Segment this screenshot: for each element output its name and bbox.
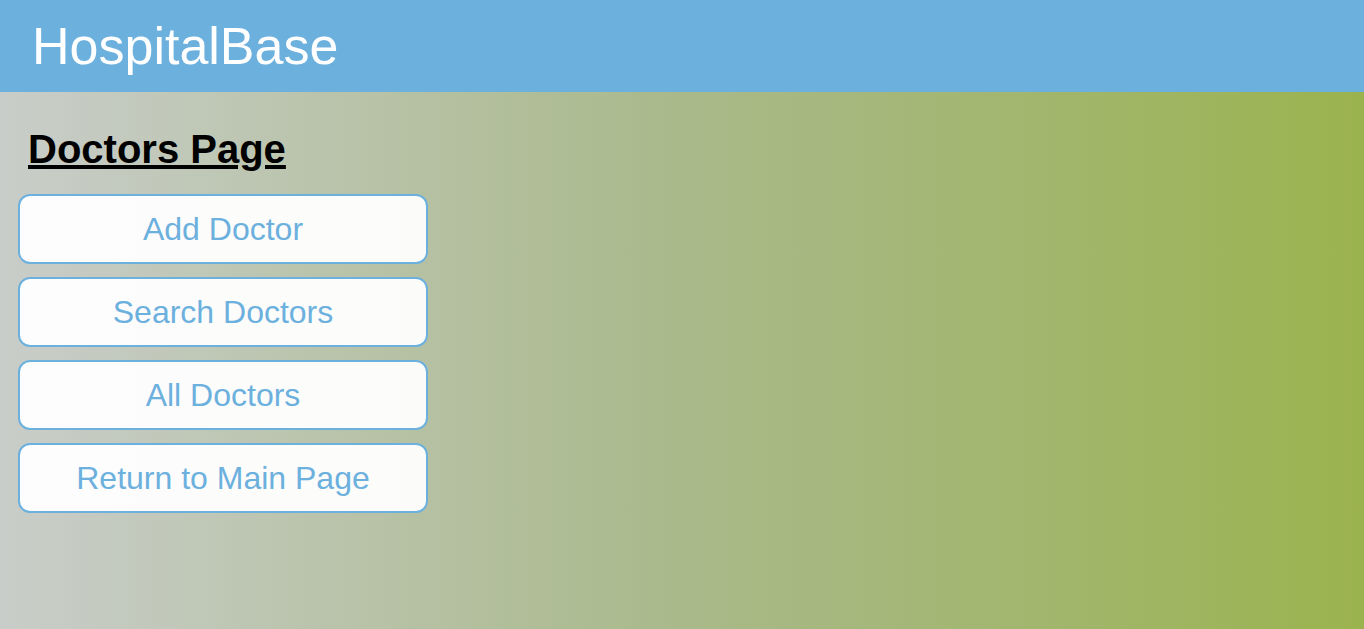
button-list: Add Doctor Search Doctors All Doctors Retur…: [18, 194, 428, 513]
site-title: HospitalBase: [32, 20, 338, 72]
app: HospitalBase Doctors Page Add Doctor Search…: [0, 0, 1364, 629]
nav-button[interactable]: Return to Main Page: [18, 443, 428, 513]
nav-button[interactable]: All Doctors: [18, 360, 428, 430]
header-bar: HospitalBase: [0, 0, 1364, 92]
nav-button[interactable]: Add Doctor: [18, 194, 428, 264]
nav-button[interactable]: Search Doctors: [18, 277, 428, 347]
page-heading: Doctors Page: [28, 124, 1346, 174]
background-photo: Doctors Page Add Doctor Search Doctors All …: [0, 92, 1364, 629]
